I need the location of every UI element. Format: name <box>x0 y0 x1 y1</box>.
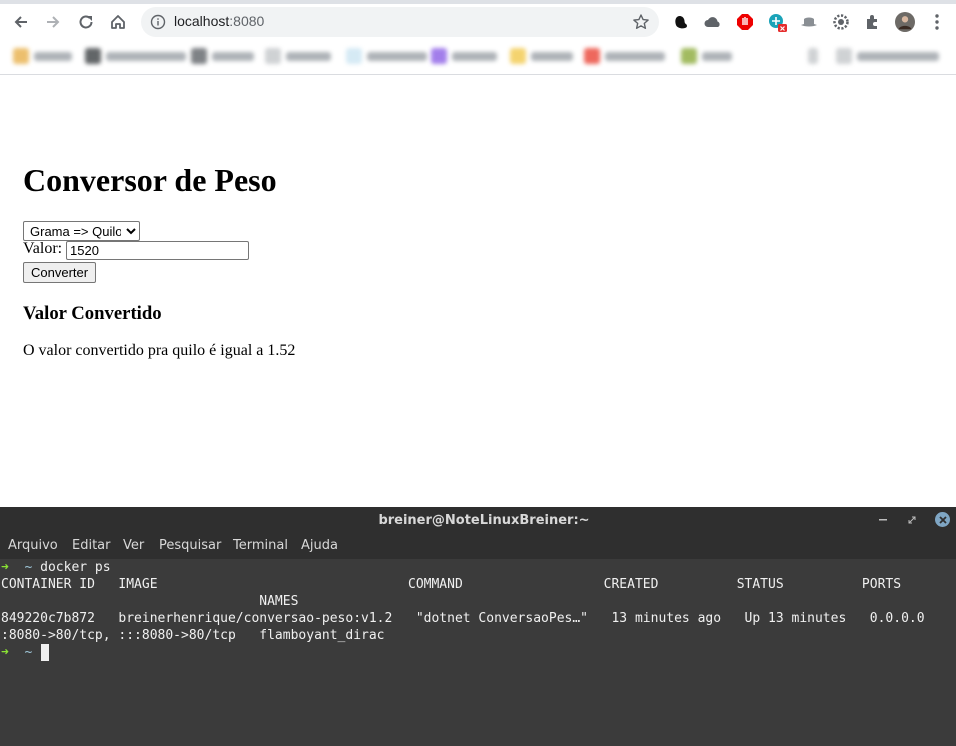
terminal-menubar: Arquivo Editar Ver Pesquisar Terminal Aj… <box>0 534 956 559</box>
terminal-titlebar[interactable]: breiner@NoteLinuxBreiner:~ <box>0 507 956 534</box>
terminal-window[interactable]: breiner@NoteLinuxBreiner:~ Arquivo Edita… <box>0 507 956 746</box>
extension-badge-icon[interactable] <box>767 12 787 32</box>
other-bookmarks[interactable] <box>836 47 939 65</box>
terminal-cursor <box>41 644 49 661</box>
url-text: localhost:8080 <box>174 13 264 29</box>
output-header-line: CONTAINER ID IMAGE COMMAND CREATED STATU… <box>1 577 902 592</box>
reload-icon <box>79 15 93 29</box>
convert-button[interactable]: Converter <box>23 262 97 283</box>
address-bar[interactable]: localhost:8080 <box>141 7 659 37</box>
bookmark-item[interactable] <box>13 47 72 65</box>
result-heading: Valor Convertido <box>23 303 162 324</box>
back-button[interactable] <box>8 9 34 35</box>
bookmark-item[interactable] <box>584 47 665 65</box>
close-button[interactable] <box>935 512 950 527</box>
hat-extension-icon[interactable] <box>799 12 819 32</box>
bookmark-item[interactable] <box>431 47 497 65</box>
menu-ver[interactable]: Ver <box>123 538 144 553</box>
bookmark-item[interactable] <box>85 47 186 65</box>
bookmark-item[interactable] <box>265 47 331 65</box>
valor-label: Valor: <box>23 240 63 257</box>
output-header-line-wrap: NAMES <box>1 594 299 609</box>
page-title: Conversor de Peso <box>23 162 277 198</box>
prompt-dir: ~ <box>24 645 33 660</box>
close-icon <box>938 515 947 524</box>
command-line: ➜ ~ docker ps <box>1 559 111 576</box>
chrome-menu-icon[interactable] <box>927 12 947 32</box>
reload-button[interactable] <box>73 9 99 35</box>
bookmarks-bar <box>0 41 956 71</box>
url-host: localhost <box>174 13 230 29</box>
extensions-puzzle-icon[interactable] <box>863 12 883 32</box>
gear-extension-icon[interactable] <box>831 12 851 32</box>
gnome-extension-icon[interactable] <box>672 12 692 32</box>
minimize-icon <box>879 519 887 521</box>
result-text: O valor convertido pra quilo é igual a 1… <box>23 342 296 359</box>
prompt-line: ➜ ~ <box>1 644 32 661</box>
minimize-button[interactable] <box>876 513 890 527</box>
home-icon <box>111 15 125 29</box>
tab-strip <box>0 0 956 4</box>
output-row-line-wrap: :8080->80/tcp, :::8080->80/tcp flamboyan… <box>1 628 385 643</box>
back-arrow-icon <box>14 16 27 28</box>
prompt-arrow-icon: ➜ <box>1 560 9 575</box>
forward-button[interactable] <box>40 9 66 35</box>
terminal-title: breiner@NoteLinuxBreiner:~ <box>378 513 590 528</box>
menu-pesquisar[interactable]: Pesquisar <box>159 538 221 553</box>
home-button[interactable] <box>105 9 131 35</box>
bookmark-star-icon[interactable] <box>632 13 650 31</box>
menu-ajuda[interactable]: Ajuda <box>301 538 338 553</box>
menu-arquivo[interactable]: Arquivo <box>8 538 58 553</box>
cloud-extension-icon[interactable] <box>703 12 723 32</box>
site-info-icon[interactable] <box>150 14 166 30</box>
command-text: docker ps <box>40 560 111 575</box>
prompt-arrow-icon: ➜ <box>1 645 9 660</box>
bookmark-overflow[interactable] <box>808 47 818 65</box>
maximize-icon <box>908 516 916 524</box>
valor-input[interactable] <box>66 241 249 260</box>
menu-editar[interactable]: Editar <box>72 538 111 553</box>
bookmark-item[interactable] <box>191 47 254 65</box>
adblock-icon[interactable] <box>735 12 755 32</box>
maximize-button[interactable] <box>905 513 919 527</box>
forward-arrow-icon <box>47 16 60 28</box>
prompt-dir: ~ <box>24 560 33 575</box>
conversion-select[interactable]: Grama => Quilo <box>23 221 140 241</box>
url-port: :8080 <box>229 13 265 29</box>
output-row-line: 849220c7b872 breinerhenrique/conversao-p… <box>1 611 925 626</box>
bookmark-item[interactable] <box>681 47 732 65</box>
profile-avatar[interactable] <box>895 12 915 32</box>
bookmark-item[interactable] <box>510 47 573 65</box>
browser-toolbar: localhost:8080 <box>0 0 956 75</box>
bookmark-item[interactable] <box>346 47 427 65</box>
menu-terminal[interactable]: Terminal <box>233 538 288 553</box>
